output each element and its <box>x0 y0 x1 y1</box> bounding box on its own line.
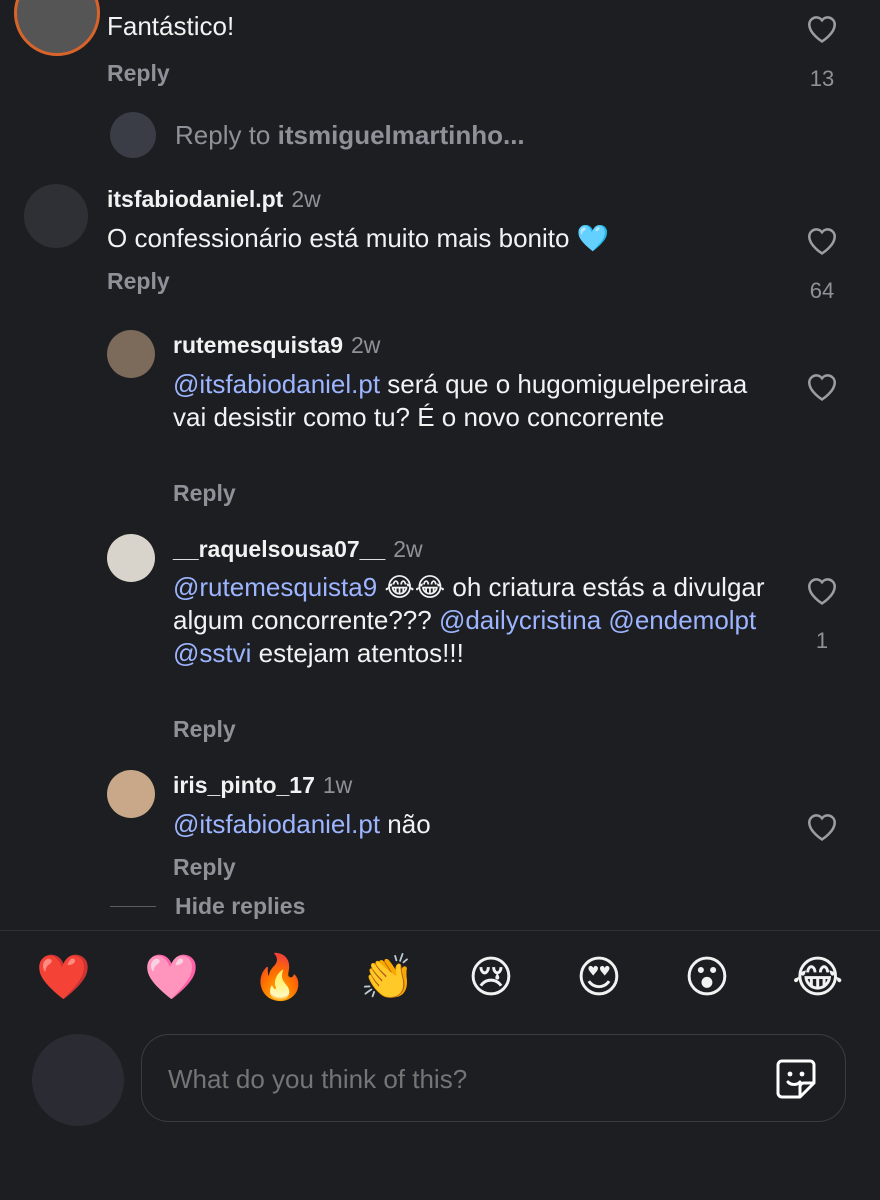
comment-username[interactable]: rutemesquista9 2w <box>173 332 380 359</box>
avatar[interactable] <box>107 770 155 818</box>
reply-button[interactable]: Reply <box>173 480 236 507</box>
timestamp: 2w <box>393 536 423 562</box>
reaction-pink-heart[interactable]: 🩷 <box>144 950 199 1006</box>
sticker-icon[interactable] <box>772 1055 820 1103</box>
timestamp: 2w <box>291 186 321 212</box>
comment-input[interactable] <box>141 1034 846 1122</box>
avatar[interactable] <box>107 534 155 582</box>
comment-text: @itsfabiodaniel.pt será que o hugomiguel… <box>173 369 748 432</box>
mention-link[interactable]: @itsfabiodaniel.pt <box>173 809 380 839</box>
hide-replies-button[interactable]: Hide replies <box>175 893 305 920</box>
comment-username[interactable]: __raquelsousa07__ 2w <box>173 536 423 563</box>
avatar[interactable] <box>107 330 155 378</box>
reaction-laugh[interactable]: 😂 <box>792 950 843 1006</box>
comment-text: @rutemesquista9 😂😂 oh criatura estás a d… <box>173 572 765 668</box>
reaction-cry[interactable]: 😢 <box>468 950 514 1006</box>
reply-button[interactable]: Reply <box>107 60 170 87</box>
like-count: 13 <box>809 66 835 91</box>
mention-link[interactable]: @sstvi <box>173 638 251 668</box>
reaction-heart[interactable]: ❤️ <box>36 950 91 1006</box>
reaction-surprised[interactable]: 😮 <box>684 950 730 1006</box>
heart-icon[interactable] <box>805 574 839 606</box>
reaction-clap[interactable]: 👏 <box>360 950 415 1006</box>
reaction-fire[interactable]: 🔥 <box>252 950 307 1006</box>
like-count: 64 <box>809 278 835 303</box>
mention-link[interactable]: @rutemesquista9 <box>173 572 377 602</box>
reply-button[interactable]: Reply <box>173 854 236 881</box>
heart-icon[interactable] <box>805 370 839 402</box>
reply-button[interactable]: Reply <box>107 268 170 295</box>
reply-to-bar[interactable]: Reply to itsmiguelmartinho... <box>175 120 525 151</box>
heart-icon[interactable] <box>805 224 839 256</box>
like-count: 1 <box>815 628 829 653</box>
avatar[interactable] <box>14 0 100 56</box>
avatar[interactable] <box>24 184 88 248</box>
mention-link[interactable]: @dailycristina <box>439 605 601 635</box>
comment-field[interactable] <box>166 1055 730 1103</box>
heart-icon[interactable] <box>805 810 839 842</box>
reply-to-label: Reply to <box>175 120 271 150</box>
avatar <box>110 112 156 158</box>
timestamp: 1w <box>322 772 353 798</box>
hide-replies-divider <box>110 906 156 907</box>
reply-to-user: itsmiguelmartinho... <box>277 120 525 150</box>
heart-icon[interactable] <box>805 12 839 44</box>
comment-text: @itsfabiodaniel.pt não <box>173 809 431 839</box>
comment-username[interactable]: iris_pinto_17 1w <box>173 772 352 799</box>
comment-text: O confessionário está muito mais bonito … <box>107 223 610 253</box>
reply-button[interactable]: Reply <box>173 716 236 743</box>
mention-link[interactable]: @itsfabiodaniel.pt <box>173 369 380 399</box>
comment-text: Fantástico! <box>107 11 235 41</box>
mention-link[interactable]: @endemolpt <box>608 605 756 635</box>
avatar <box>32 1034 124 1126</box>
reaction-heart-eyes[interactable]: 😍 <box>576 950 622 1006</box>
comment-username[interactable]: itsfabiodaniel.pt 2w <box>107 186 321 213</box>
composer-divider <box>0 930 880 931</box>
timestamp: 2w <box>351 332 381 358</box>
